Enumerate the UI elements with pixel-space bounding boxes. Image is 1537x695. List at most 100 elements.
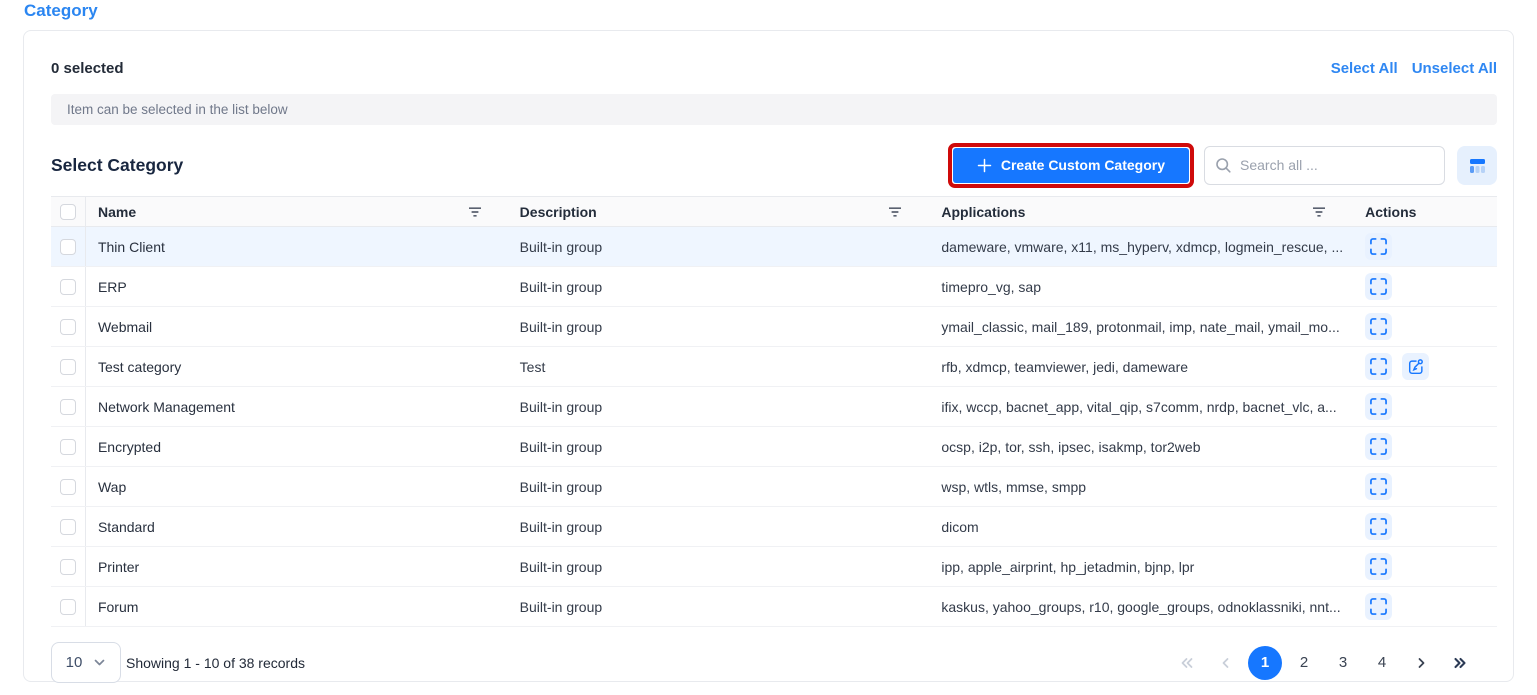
category-applications: ipp, apple_airprint, hp_jetadmin, bjnp, … bbox=[928, 559, 1352, 575]
search-input[interactable] bbox=[1240, 157, 1434, 173]
table-row[interactable]: Forum Built-in group kaskus, yahoo_group… bbox=[51, 587, 1497, 627]
chevron-left-icon bbox=[1219, 656, 1233, 670]
expand-button[interactable] bbox=[1365, 273, 1392, 300]
category-description: Built-in group bbox=[508, 399, 929, 415]
category-applications: ymail_classic, mail_189, protonmail, imp… bbox=[928, 319, 1352, 335]
category-description: Built-in group bbox=[508, 239, 929, 255]
category-applications: ifix, wccp, bacnet_app, vital_qip, s7com… bbox=[928, 399, 1352, 415]
table-header-row: Name Description Applications Actions bbox=[51, 197, 1497, 227]
row-checkbox[interactable] bbox=[60, 359, 76, 375]
row-checkbox[interactable] bbox=[60, 399, 76, 415]
table-row[interactable]: Printer Built-in group ipp, apple_airpri… bbox=[51, 547, 1497, 587]
table-row[interactable]: Test category Test rfb, xdmcp, teamviewe… bbox=[51, 347, 1497, 387]
page-button-4[interactable]: 4 bbox=[1365, 646, 1399, 680]
expand-button[interactable] bbox=[1365, 433, 1392, 460]
category-name: Printer bbox=[86, 559, 508, 575]
expand-button[interactable] bbox=[1365, 473, 1392, 500]
search-icon bbox=[1215, 157, 1232, 174]
next-page-button[interactable] bbox=[1404, 646, 1438, 680]
row-checkbox[interactable] bbox=[60, 319, 76, 335]
filter-icon[interactable] bbox=[888, 206, 902, 218]
double-chevron-right-icon bbox=[1452, 656, 1468, 670]
expand-button[interactable] bbox=[1365, 313, 1392, 340]
row-checkbox[interactable] bbox=[60, 439, 76, 455]
create-custom-category-button[interactable]: Create Custom Category bbox=[953, 148, 1189, 183]
double-chevron-left-icon bbox=[1179, 656, 1195, 670]
expand-button[interactable] bbox=[1365, 593, 1392, 620]
expand-button[interactable] bbox=[1365, 233, 1392, 260]
category-applications: dameware, vmware, x11, ms_hyperv, xdmcp,… bbox=[928, 239, 1352, 255]
expand-button[interactable] bbox=[1365, 393, 1392, 420]
page-title: Category bbox=[24, 1, 98, 21]
category-description: Built-in group bbox=[508, 479, 929, 495]
edit-button[interactable] bbox=[1402, 353, 1429, 380]
expand-button[interactable] bbox=[1365, 353, 1392, 380]
table-body: Thin Client Built-in group dameware, vmw… bbox=[51, 227, 1497, 627]
category-description: Built-in group bbox=[508, 319, 929, 335]
column-header-name: Name bbox=[98, 204, 136, 220]
table-row[interactable]: Thin Client Built-in group dameware, vmw… bbox=[51, 227, 1497, 267]
table-row[interactable]: Network Management Built-in group ifix, … bbox=[51, 387, 1497, 427]
category-applications: rfb, xdmcp, teamviewer, jedi, dameware bbox=[928, 359, 1352, 375]
last-page-button[interactable] bbox=[1443, 646, 1477, 680]
row-checkbox[interactable] bbox=[60, 519, 76, 535]
filter-icon[interactable] bbox=[468, 206, 482, 218]
section-title: Select Category bbox=[51, 155, 953, 176]
category-name: Wap bbox=[86, 479, 508, 495]
table-row[interactable]: Webmail Built-in group ymail_classic, ma… bbox=[51, 307, 1497, 347]
category-applications: timepro_vg, sap bbox=[928, 279, 1352, 295]
columns-icon bbox=[1467, 155, 1488, 176]
chevron-down-icon bbox=[93, 656, 106, 669]
page-button-1[interactable]: 1 bbox=[1248, 646, 1282, 680]
table-row[interactable]: Encrypted Built-in group ocsp, i2p, tor,… bbox=[51, 427, 1497, 467]
row-checkbox[interactable] bbox=[60, 279, 76, 295]
page-button-2[interactable]: 2 bbox=[1287, 646, 1321, 680]
page-button-3[interactable]: 3 bbox=[1326, 646, 1360, 680]
category-table: Name Description Applications Actions Th… bbox=[51, 196, 1497, 627]
category-description: Built-in group bbox=[508, 279, 929, 295]
column-header-applications: Applications bbox=[941, 204, 1025, 220]
page-size-select[interactable]: 10 bbox=[51, 642, 121, 683]
selection-hint: Item can be selected in the list below bbox=[51, 94, 1497, 125]
category-applications: kaskus, yahoo_groups, r10, google_groups… bbox=[928, 599, 1352, 615]
category-description: Built-in group bbox=[508, 519, 929, 535]
category-name: Network Management bbox=[86, 399, 508, 415]
expand-button[interactable] bbox=[1365, 553, 1392, 580]
category-name: Test category bbox=[86, 359, 508, 375]
category-applications: wsp, wtls, mmse, smpp bbox=[928, 479, 1352, 495]
category-applications: ocsp, i2p, tor, ssh, ipsec, isakmp, tor2… bbox=[928, 439, 1352, 455]
category-name: ERP bbox=[86, 279, 508, 295]
category-description: Test bbox=[508, 359, 929, 375]
table-row[interactable]: Standard Built-in group dicom bbox=[51, 507, 1497, 547]
column-settings-button[interactable] bbox=[1457, 146, 1497, 185]
page-size-value: 10 bbox=[66, 654, 83, 671]
unselect-all-link[interactable]: Unselect All bbox=[1412, 60, 1497, 77]
select-all-checkbox[interactable] bbox=[60, 204, 76, 220]
category-name: Encrypted bbox=[86, 439, 508, 455]
row-checkbox[interactable] bbox=[60, 239, 76, 255]
row-checkbox[interactable] bbox=[60, 479, 76, 495]
records-summary: Showing 1 - 10 of 38 records bbox=[126, 655, 305, 671]
first-page-button[interactable] bbox=[1170, 646, 1204, 680]
category-name: Standard bbox=[86, 519, 508, 535]
table-row[interactable]: ERP Built-in group timepro_vg, sap bbox=[51, 267, 1497, 307]
plus-icon bbox=[977, 158, 992, 173]
row-checkbox[interactable] bbox=[60, 559, 76, 575]
category-description: Built-in group bbox=[508, 559, 929, 575]
table-row[interactable]: Wap Built-in group wsp, wtls, mmse, smpp bbox=[51, 467, 1497, 507]
column-header-actions: Actions bbox=[1352, 204, 1497, 220]
expand-button[interactable] bbox=[1365, 513, 1392, 540]
category-name: Forum bbox=[86, 599, 508, 615]
filter-icon[interactable] bbox=[1312, 206, 1326, 218]
select-all-link[interactable]: Select All bbox=[1331, 60, 1398, 77]
category-name: Webmail bbox=[86, 319, 508, 335]
row-checkbox[interactable] bbox=[60, 599, 76, 615]
previous-page-button[interactable] bbox=[1209, 646, 1243, 680]
category-description: Built-in group bbox=[508, 599, 929, 615]
category-card: 0 selected Select All Unselect All Item … bbox=[23, 30, 1514, 682]
pagination: 1 2 3 4 bbox=[1170, 646, 1477, 680]
chevron-right-icon bbox=[1414, 656, 1428, 670]
category-name: Thin Client bbox=[86, 239, 508, 255]
selected-count: 0 selected bbox=[51, 60, 124, 77]
create-button-label: Create Custom Category bbox=[1001, 157, 1165, 173]
